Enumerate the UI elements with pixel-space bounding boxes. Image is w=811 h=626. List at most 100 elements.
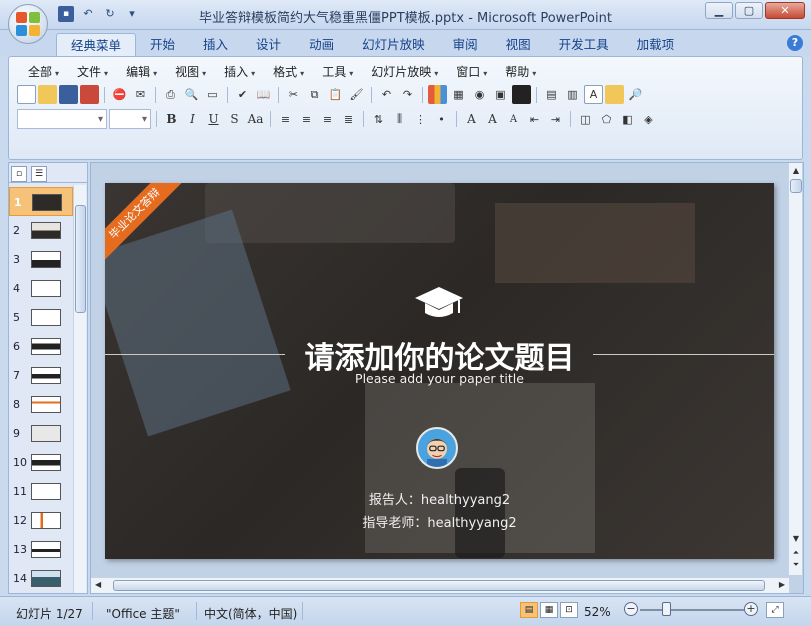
font-color-icon[interactable]: A [462,110,481,129]
next-slide-icon[interactable]: ⏷ [790,559,802,571]
classic-menu-item[interactable]: 格式 ▾ [264,63,313,81]
text-box-icon[interactable]: A [584,85,603,104]
align-center-icon[interactable]: ≡ [297,110,316,129]
scroll-right-icon[interactable]: ▶ [779,580,785,589]
scrollbar-thumb[interactable] [790,179,802,193]
classic-menu-item[interactable]: 编辑 ▾ [117,63,166,81]
open-folder-icon[interactable] [38,85,57,104]
insert-picture-icon[interactable]: ▣ [491,85,510,104]
scroll-down-icon[interactable]: ▼ [790,533,802,545]
zoom-out-icon[interactable]: − [624,602,638,616]
clipart-icon[interactable]: ◉ [470,85,489,104]
previous-slide-icon[interactable]: ⏶ [790,547,802,559]
decrease-font-icon[interactable]: A [504,110,523,129]
reporter-line[interactable]: 报告人：healthyyang2 [105,489,774,508]
vertical-scrollbar[interactable]: ▲ ▼ ⏶ ⏷ [788,163,802,575]
classic-menu-item[interactable]: 幻灯片放映 ▾ [362,63,447,81]
shadow-icon[interactable]: S [225,110,244,129]
increase-indent-icon[interactable]: ⇥ [546,110,565,129]
shapes-icon[interactable]: ⬠ [597,110,616,129]
ribbon-tab[interactable]: 开发工具 [545,33,623,56]
minimize-button[interactable]: ▁ [705,2,733,19]
zoom-icon[interactable]: 🔎 [626,85,645,104]
shape-style-icon[interactable]: ◧ [618,110,637,129]
office-button[interactable] [8,4,48,44]
paste-icon[interactable]: 📋 [326,85,345,104]
scrollbar-thumb[interactable] [113,580,765,591]
bullets-icon[interactable]: • [432,110,451,129]
slide-thumbnail[interactable]: 2 [9,216,73,245]
copy-icon[interactable]: ⧉ [305,85,324,104]
bold-icon[interactable]: B [162,110,181,129]
zoom-slider-knob[interactable] [662,602,671,616]
cut-icon[interactable]: ✂ [284,85,303,104]
color-scheme-icon[interactable] [512,85,531,104]
text-direction-icon[interactable]: ⇅ [369,110,388,129]
ribbon-tab[interactable]: 开始 [136,33,189,56]
classic-menu-item[interactable]: 窗口 ▾ [447,63,496,81]
slide-thumbnail[interactable]: 7 [9,361,73,390]
classic-menu-item[interactable]: 文件 ▾ [68,63,117,81]
align-left-icon[interactable]: ≡ [276,110,295,129]
scroll-up-icon[interactable]: ▲ [790,165,802,177]
justify-icon[interactable]: ≣ [339,110,358,129]
scroll-left-icon[interactable]: ◀ [95,580,101,589]
normal-view-icon[interactable]: ▤ [520,602,538,618]
print-icon[interactable]: ⎙ [161,85,180,104]
theme-name[interactable]: "Office 主题" [106,605,180,622]
slide-thumbnail[interactable]: 10 [9,448,73,477]
slide-thumbnail[interactable]: 12 [9,506,73,535]
print-preview-icon[interactable]: 🔍 [182,85,201,104]
slide-thumbnail[interactable]: 4 [9,274,73,303]
close-button[interactable]: ✕ [765,2,805,19]
increase-font-icon[interactable]: A [483,110,502,129]
decrease-indent-icon[interactable]: ⇤ [525,110,544,129]
fit-to-window-icon[interactable]: ⤢ [766,602,784,618]
permission-icon[interactable]: ⛔ [110,85,129,104]
open-folder-icon[interactable] [605,85,624,104]
format-painter-icon[interactable]: 🖌 [347,85,366,104]
zoom-in-icon[interactable]: + [744,602,758,616]
outline-tab[interactable]: ☰ [31,166,47,182]
slide-thumbnail[interactable]: 9 [9,419,73,448]
ribbon-tab[interactable]: 加载项 [623,33,689,56]
scrollbar-thumb[interactable] [75,205,86,313]
email-icon[interactable]: ✉ [131,85,150,104]
underline-icon[interactable]: U [204,110,223,129]
slides-pane-scrollbar[interactable] [73,185,86,593]
save-icon[interactable] [59,85,78,104]
slide-canvas[interactable]: 毕业论文答辩 请添加你的论文题目 Please add your paper t… [105,183,774,559]
ribbon-tab[interactable]: 设计 [242,33,295,56]
page-setup-icon[interactable]: ▭ [203,85,222,104]
font-size-combo[interactable]: ▾ [109,109,151,129]
slide-thumbnail[interactable]: 11 [9,477,73,506]
language-indicator[interactable]: 中文(简体，中国) [204,605,297,622]
slide-sorter-icon[interactable]: ▦ [540,602,558,618]
new-document-icon[interactable] [17,85,36,104]
ribbon-tab[interactable]: 插入 [189,33,242,56]
slide-thumbnail[interactable]: 13 [9,535,73,564]
slide-thumbnail[interactable]: 3 [9,245,73,274]
horizontal-scrollbar[interactable]: ◀ ▶ [91,577,789,593]
arrange-icon[interactable]: ◫ [576,110,595,129]
slide-thumbnail[interactable]: 1 [9,187,73,216]
ribbon-tab[interactable]: 审阅 [439,33,492,56]
table-icon[interactable]: ▦ [449,85,468,104]
italic-icon[interactable]: I [183,110,202,129]
columns-icon[interactable]: ⫼ [390,110,409,129]
slide-thumbnail[interactable]: 6 [9,332,73,361]
change-case-icon[interactable]: Aa [246,110,265,129]
slides-tab[interactable]: ▫ [11,166,27,182]
classic-menu-item[interactable]: 工具 ▾ [313,63,362,81]
publish-pdf-icon[interactable] [80,85,99,104]
zoom-level[interactable]: 52% [584,605,611,619]
classic-menu-item[interactable]: 插入 ▾ [215,63,264,81]
layout-icon[interactable]: ▥ [563,85,582,104]
slide-thumbnail[interactable]: 14 [9,564,73,593]
zoom-slider[interactable] [640,609,744,611]
classic-menu-item[interactable]: 全部 ▾ [19,63,68,81]
ribbon-tab[interactable]: 幻灯片放映 [348,33,439,56]
font-name-combo[interactable]: ▾ [17,109,107,129]
spelling-icon[interactable]: ✔ [233,85,252,104]
align-right-icon[interactable]: ≡ [318,110,337,129]
